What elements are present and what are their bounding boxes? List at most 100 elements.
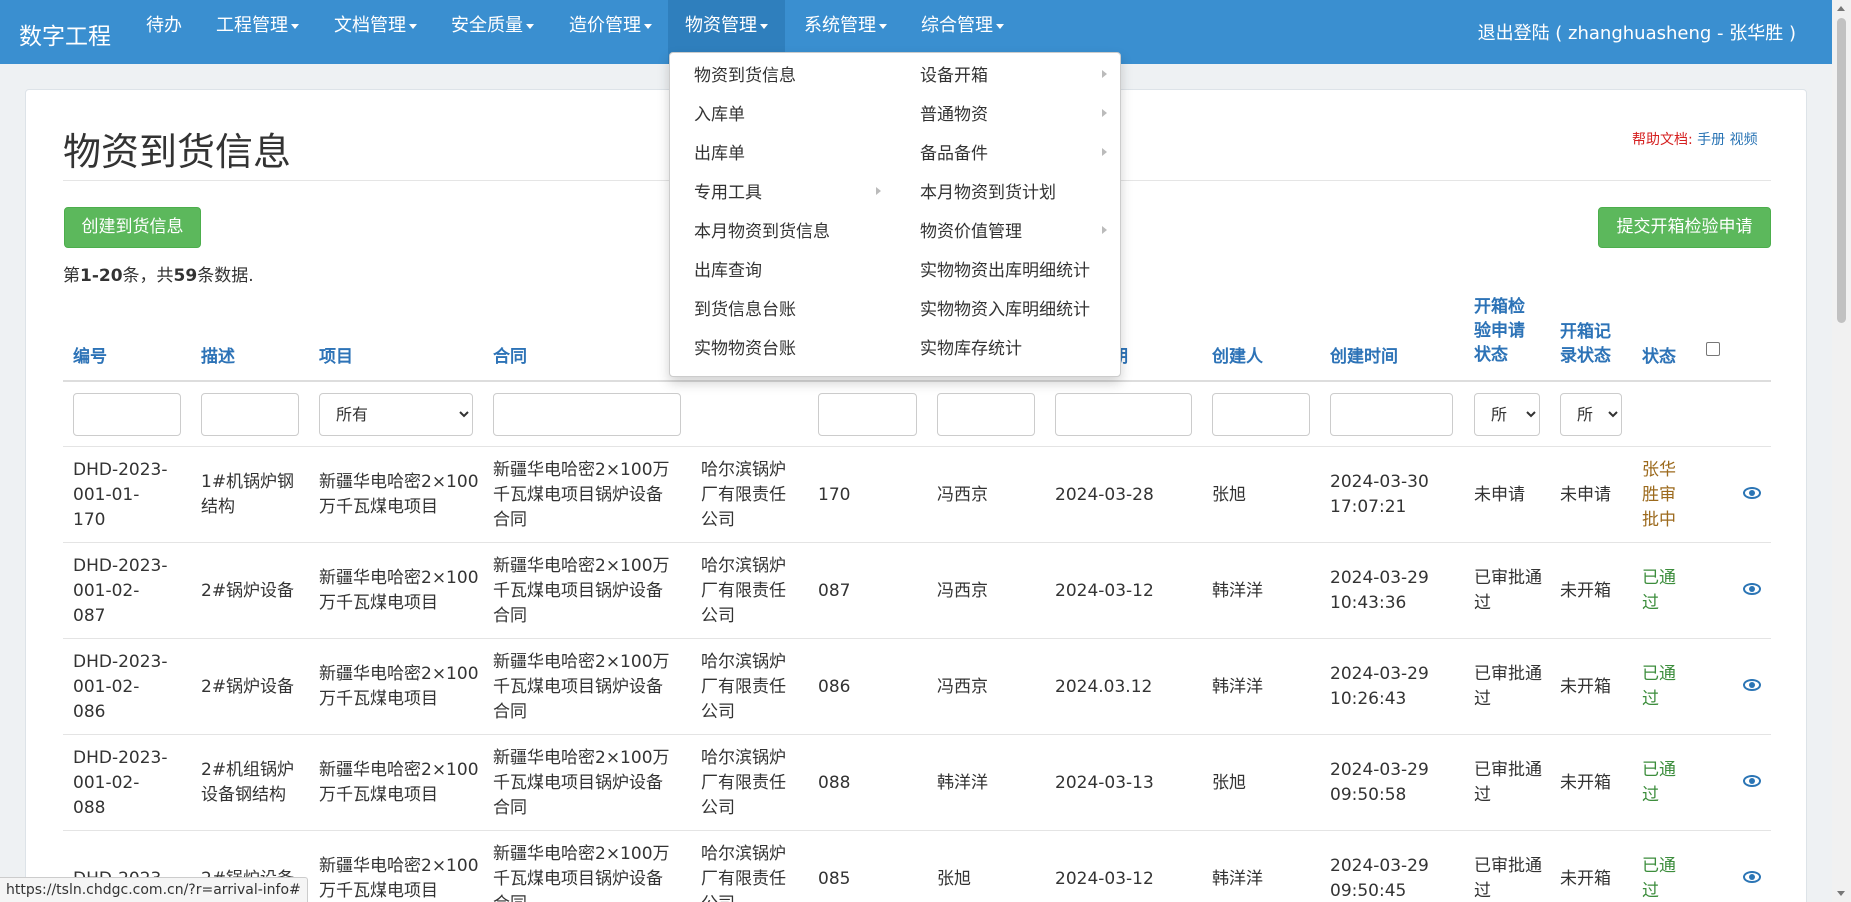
help-video-link[interactable]: 视频	[1730, 132, 1758, 148]
menu-general-materials[interactable]: 普通物资	[920, 103, 988, 127]
summary-range: 1-20	[80, 266, 123, 286]
cell-desc: 2#锅炉设备	[201, 580, 295, 601]
submenu-arrow-icon	[876, 187, 881, 195]
menu-monthly-plan[interactable]: 本月物资到货计划	[920, 181, 1056, 205]
header-record-status[interactable]: 开箱记录状态	[1560, 320, 1616, 368]
cell-receiver: 冯西京	[937, 484, 988, 505]
menu-equipment-unboxing[interactable]: 设备开箱	[920, 64, 988, 88]
nav-safety-quality[interactable]: 安全质量	[449, 13, 536, 47]
cell-id: DHD-2023-001-02-088	[73, 747, 168, 818]
page-scrollbar[interactable]	[1832, 0, 1851, 902]
menu-arrival-info[interactable]: 物资到货信息	[694, 64, 796, 88]
cell-date: 2024.03.12	[1055, 676, 1153, 697]
filter-desc-input[interactable]	[201, 393, 299, 436]
select-all-checkbox[interactable]	[1706, 342, 1720, 356]
filter-creator-input[interactable]	[1212, 393, 1310, 436]
filter-created-input[interactable]	[1330, 393, 1453, 436]
cell-id: DHD-2023-001-02-086	[73, 651, 168, 722]
create-arrival-button[interactable]: 创建到货信息	[64, 207, 201, 248]
menu-outbound-order[interactable]: 出库单	[694, 142, 745, 166]
scroll-up-arrow-icon[interactable]	[1837, 6, 1845, 11]
menu-outbound-detail-stats[interactable]: 实物物资出库明细统计	[920, 259, 1090, 283]
cell-creator: 韩洋洋	[1212, 676, 1263, 697]
menu-inbound-order[interactable]: 入库单	[694, 103, 745, 127]
nav-engineering[interactable]: 工程管理	[214, 13, 301, 47]
submit-inspection-button[interactable]: 提交开箱检验申请	[1598, 207, 1771, 248]
header-contract[interactable]: 合同	[493, 345, 527, 369]
cell-status: 已通过	[1642, 568, 1676, 613]
filter-batch-input[interactable]	[818, 393, 917, 436]
nav-materials-label: 物资管理	[685, 15, 757, 36]
filter-project-select[interactable]: 所有	[319, 393, 473, 436]
link-status-bar: https://tsln.chdgc.com.cn/?r=arrival-inf…	[0, 877, 308, 902]
menu-inventory-stats[interactable]: 实物库存统计	[920, 337, 1022, 361]
cell-status: 已通过	[1642, 664, 1676, 709]
menu-arrival-ledger[interactable]: 到货信息台账	[694, 298, 796, 322]
nav-todo[interactable]: 待办	[144, 13, 184, 47]
menu-spare-parts[interactable]: 备品备件	[920, 142, 988, 166]
filter-record-select[interactable]: 所	[1560, 393, 1622, 436]
view-eye-icon[interactable]	[1743, 487, 1761, 499]
nav-cost[interactable]: 造价管理	[567, 13, 654, 47]
nav-general[interactable]: 综合管理	[919, 13, 1006, 47]
submenu-arrow-icon	[1102, 226, 1107, 234]
logout-link[interactable]: 退出登陆 ( zhanghuasheng - 张华胜 )	[1478, 19, 1796, 45]
header-id[interactable]: 编号	[73, 345, 107, 369]
header-status[interactable]: 状态	[1642, 345, 1676, 369]
nav-documents[interactable]: 文档管理	[332, 13, 419, 47]
scroll-thumb[interactable]	[1837, 18, 1846, 323]
help-manual-link[interactable]: 手册	[1697, 132, 1725, 148]
cell-creator: 韩洋洋	[1212, 580, 1263, 601]
menu-outbound-query[interactable]: 出库查询	[694, 259, 762, 283]
view-eye-icon[interactable]	[1743, 583, 1761, 595]
menu-physical-ledger[interactable]: 实物物资台账	[694, 337, 796, 361]
row-divider	[63, 638, 1771, 639]
cell-created-time: 2024-03-29 10:43:36	[1330, 568, 1429, 613]
cell-supplier: 哈尔滨锅炉厂有限责任公司	[701, 459, 786, 530]
filter-date-input[interactable]	[1055, 393, 1192, 436]
cell-record-status: 未开箱	[1560, 772, 1611, 793]
scroll-down-arrow-icon[interactable]	[1837, 891, 1845, 896]
cell-contract: 新疆华电哈密2×100万千瓦煤电项目锅炉设备合同	[493, 459, 670, 530]
menu-monthly-arrival[interactable]: 本月物资到货信息	[694, 220, 830, 244]
header-project[interactable]: 项目	[319, 345, 353, 369]
cell-receiver: 张旭	[937, 868, 971, 889]
cell-id: DHD-2023-001-02-087	[73, 555, 168, 626]
cell-project: 新疆华电哈密2×100万千瓦煤电项目	[319, 568, 479, 613]
cell-date: 2024-03-12	[1055, 580, 1154, 601]
header-creator[interactable]: 创建人	[1212, 345, 1263, 369]
materials-dropdown-menu: 物资到货信息 入库单 出库单 专用工具 本月物资到货信息 出库查询 到货信息台账…	[669, 52, 1121, 377]
row-divider	[63, 446, 1771, 447]
cell-created-time: 2024-03-29 09:50:58	[1330, 760, 1429, 805]
menu-value-management[interactable]: 物资价值管理	[920, 220, 1022, 244]
cell-record-status: 未开箱	[1560, 676, 1611, 697]
view-eye-icon[interactable]	[1743, 871, 1761, 883]
filter-id-input[interactable]	[73, 393, 181, 436]
cell-batch: 086	[818, 676, 851, 697]
filter-receiver-input[interactable]	[937, 393, 1035, 436]
nav-engineering-label: 工程管理	[216, 15, 288, 36]
cell-project: 新疆华电哈密2×100万千瓦煤电项目	[319, 664, 479, 709]
nav-system-label: 系统管理	[804, 15, 876, 36]
filter-contract-input[interactable]	[493, 393, 681, 436]
cell-project: 新疆华电哈密2×100万千瓦煤电项目	[319, 760, 479, 805]
view-eye-icon[interactable]	[1743, 679, 1761, 691]
view-eye-icon[interactable]	[1743, 775, 1761, 787]
summary-prefix: 第	[63, 266, 80, 286]
nav-system[interactable]: 系统管理	[802, 13, 889, 47]
cell-creator: 张旭	[1212, 484, 1246, 505]
caret-down-icon	[526, 23, 534, 29]
header-desc[interactable]: 描述	[201, 345, 235, 369]
header-created-time[interactable]: 创建时间	[1330, 345, 1398, 369]
table-header-divider	[63, 380, 1771, 382]
header-inspection-status[interactable]: 开箱检验申请状态	[1474, 295, 1534, 367]
caret-down-icon	[879, 23, 887, 29]
brand-logo[interactable]: 数字工程	[19, 17, 111, 51]
filter-inspection-select[interactable]: 所	[1474, 393, 1540, 436]
submenu-arrow-icon	[1102, 109, 1107, 117]
menu-special-tools[interactable]: 专用工具	[694, 181, 762, 205]
summary-mid: 条，共	[122, 266, 174, 286]
nav-cost-label: 造价管理	[569, 15, 641, 36]
menu-inbound-detail-stats[interactable]: 实物物资入库明细统计	[920, 298, 1090, 322]
cell-receiver: 冯西京	[937, 676, 988, 697]
